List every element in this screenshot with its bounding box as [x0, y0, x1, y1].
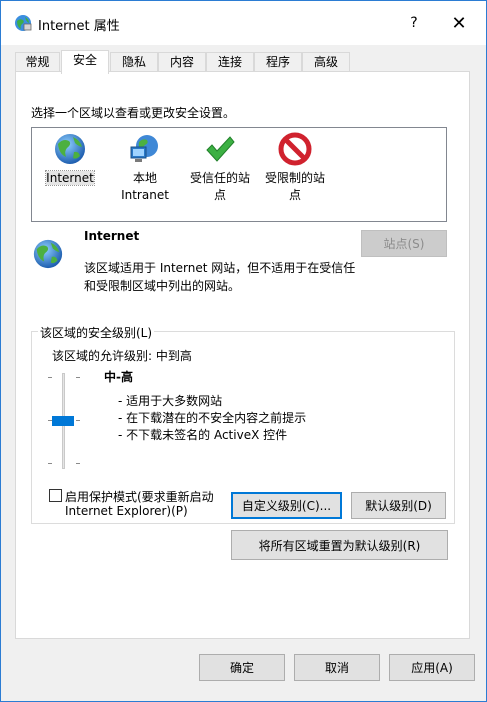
internet-options-icon: [15, 15, 32, 31]
protected-mode-label-line1: 启用保护模式(要求重新启动: [65, 490, 214, 504]
reset-all-zones-button[interactable]: 将所有区域重置为默认级别(R): [231, 530, 448, 560]
restricted-icon: [278, 132, 312, 166]
level-bullet-1: - 适用于大多数网站: [118, 394, 223, 408]
security-level-name: 中-高: [104, 370, 133, 384]
slider-tick: [76, 377, 80, 378]
slider-tick: [48, 377, 52, 378]
tab-security[interactable]: 安全: [61, 50, 109, 74]
zone-restricted-sites-label: 受限制的站 点: [264, 171, 325, 202]
level-bullet-2: - 在下载潜在的不安全内容之前提示: [118, 411, 307, 425]
tab-connections[interactable]: 连接: [206, 52, 254, 72]
zone-instruction: 选择一个区域以查看或更改安全设置。: [31, 106, 236, 120]
level-bullet-3: - 不下载未签名的 ActiveX 控件: [118, 428, 288, 442]
allowed-levels-text: 该区域的允许级别: 中到高: [52, 349, 192, 363]
close-button[interactable]: ✕: [441, 7, 477, 39]
checkmark-icon: [206, 136, 235, 162]
slider-tick: [48, 463, 52, 464]
tab-content[interactable]: 内容: [158, 52, 206, 72]
protected-mode-checkbox[interactable]: [49, 489, 62, 502]
selected-zone-description: 该区域适用于 Internet 网站，但不适用于在受信任 和受限制区域中列出的网…: [84, 261, 356, 293]
tab-general[interactable]: 常规: [15, 52, 60, 72]
zone-trusted-sites-label: 受信任的站 点: [189, 171, 250, 202]
globe-icon: [55, 134, 85, 164]
window-title: Internet 属性: [38, 19, 120, 34]
security-level-slider-thumb[interactable]: [52, 416, 74, 426]
zone-list: Internet 本地 Intranet 受信任的站 点 受限制的站 点: [31, 127, 447, 222]
help-button[interactable]: ?: [397, 7, 431, 39]
default-level-button[interactable]: 默认级别(D): [351, 492, 446, 519]
slider-tick: [76, 463, 80, 464]
security-level-group-title: 该区域的安全级别(L): [38, 324, 155, 341]
tab-privacy[interactable]: 隐私: [110, 52, 158, 72]
apply-button[interactable]: 应用(A): [389, 654, 475, 681]
zone-restricted-sites[interactable]: 受限制的站 点: [260, 132, 330, 204]
tab-advanced[interactable]: 高级: [302, 52, 350, 72]
custom-level-button[interactable]: 自定义级别(C)...: [231, 492, 342, 519]
protected-mode-label-line2: Internet Explorer)(P): [65, 504, 188, 518]
zone-internet[interactable]: Internet: [35, 132, 105, 187]
intranet-icon: [130, 135, 158, 162]
zone-local-intranet-label: 本地 Intranet: [121, 171, 169, 202]
zone-local-intranet[interactable]: 本地 Intranet: [110, 132, 180, 204]
zone-internet-label: Internet: [45, 170, 95, 186]
selected-zone-name: Internet: [84, 229, 140, 243]
cancel-button[interactable]: 取消: [294, 654, 380, 681]
title-bar[interactable]: Internet 属性 ? ✕: [1, 1, 486, 45]
tab-programs[interactable]: 程序: [254, 52, 302, 72]
sites-button[interactable]: 站点(S): [361, 230, 447, 257]
slider-tick: [76, 420, 80, 421]
zone-trusted-sites[interactable]: 受信任的站 点: [185, 132, 255, 204]
ok-button[interactable]: 确定: [199, 654, 285, 681]
selected-zone-globe-icon: [33, 239, 63, 269]
